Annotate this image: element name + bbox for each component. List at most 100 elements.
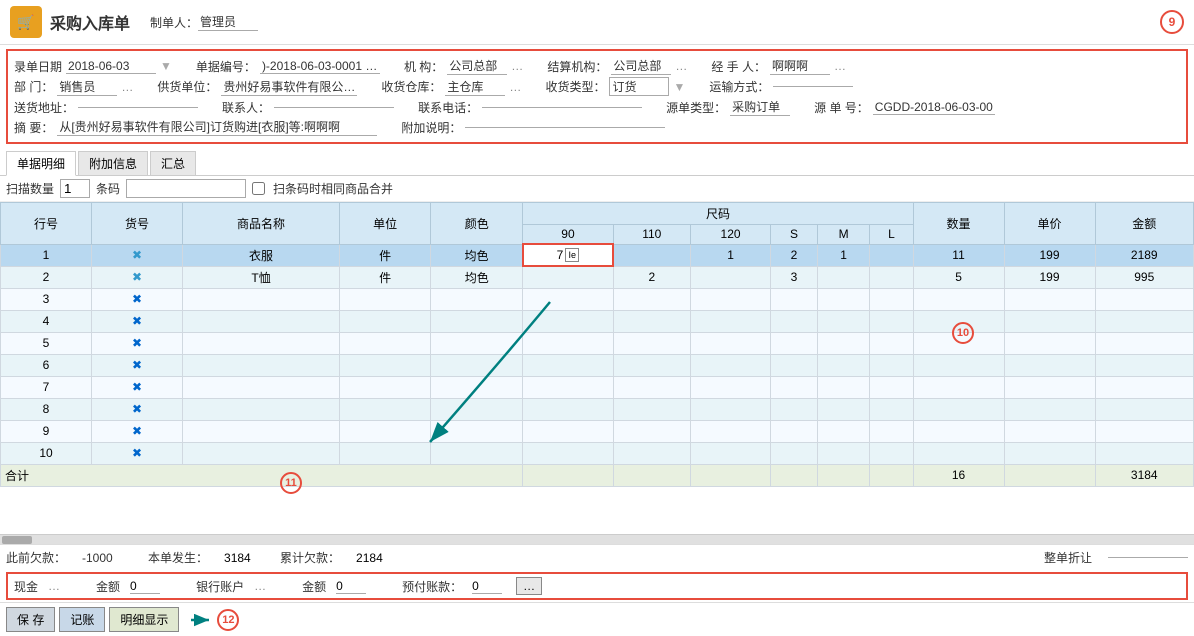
source-type-value[interactable]: 采购订单 — [730, 98, 790, 116]
table-row[interactable]: 3✖ — [1, 288, 1194, 310]
cell-color-2: 均色 — [431, 266, 523, 288]
warehouse-value[interactable]: 主仓库 — [445, 78, 505, 96]
addition-value[interactable] — [465, 127, 665, 128]
cell-color-1: 均色 — [431, 244, 523, 266]
discount-label: 整单折让 — [1044, 549, 1092, 566]
cell-s120-2[interactable] — [691, 266, 771, 288]
summary-label: 摘 要： — [14, 119, 53, 136]
discount-value[interactable] — [1108, 557, 1188, 558]
table-row[interactable]: 4✖ — [1, 310, 1194, 332]
settle-value[interactable]: 公司总部 — [611, 57, 671, 75]
docno-value[interactable]: )-2018-06-03-0001 … — [260, 59, 380, 74]
phone-value[interactable] — [482, 107, 642, 108]
dept-value[interactable]: 销售员 — [57, 78, 117, 96]
tab-summary[interactable]: 汇总 — [150, 151, 196, 175]
source-no-label: 源 单 号： — [814, 99, 869, 116]
cell-s120-1[interactable]: 1 — [691, 244, 771, 266]
barcode-input[interactable] — [126, 179, 246, 198]
clear-button[interactable]: 明细显示 — [109, 607, 179, 632]
merge-label: 扫条码时相同商品合并 — [273, 180, 393, 197]
row-delete-icon[interactable]: ✖ — [132, 270, 142, 284]
cell-price-2: 199 — [1004, 266, 1095, 288]
scroll-thumb[interactable] — [2, 536, 32, 544]
table-row[interactable]: 6✖ — [1, 354, 1194, 376]
bank-label: 银行账户 — [196, 578, 244, 595]
org-value[interactable]: 公司总部 — [447, 57, 507, 75]
scan-bar: 扫描数量 条码 扫条码时相同商品合并 — [0, 176, 1194, 202]
contact-label: 联系人： — [222, 99, 270, 116]
table-row[interactable]: 2 ✖ T恤 件 均色 2 3 5 199 995 — [1, 266, 1194, 288]
summary-value[interactable]: 从[贵州好易事软件有限公司]订货购进[衣服]等:啊啊啊 — [57, 118, 377, 136]
address-value[interactable] — [78, 107, 198, 108]
col-row-num: 行号 — [1, 203, 92, 245]
cash-label: 现金 — [14, 578, 38, 595]
contact-value[interactable] — [274, 107, 394, 108]
cell-row-1: 1 — [1, 244, 92, 266]
table-row[interactable]: 10✖ — [1, 442, 1194, 464]
total-price — [1004, 464, 1095, 486]
form-row-2: 部 门： 销售员 … 供货单位： 贵州好易事软件有限公… 收货仓库： 主仓库 …… — [14, 77, 1180, 96]
cell-qty-2: 5 — [913, 266, 1004, 288]
cell-ss-1[interactable]: 2 — [771, 244, 818, 266]
scroll-bar[interactable] — [0, 534, 1194, 544]
tab-extra[interactable]: 附加信息 — [78, 151, 148, 175]
cell-s90-1[interactable]: 7 Ie — [523, 244, 613, 266]
total-qty: 16 — [913, 464, 1004, 486]
form-row-1: 录单日期 2018-06-03 ▼ 单据编号： )-2018-06-03-000… — [14, 57, 1180, 75]
col-name: 商品名称 — [182, 203, 339, 245]
table-row[interactable]: 1 ✖ 衣服 件 均色 7 Ie 1 2 — [1, 244, 1194, 266]
payment-section: 现金 … 金额 0 银行账户 … 金额 0 预付账款： 0 … — [6, 572, 1188, 600]
circle-9: 9 — [1160, 10, 1184, 34]
barcode-label: 条码 — [96, 180, 120, 197]
settle-label: 结算机构： — [547, 58, 607, 75]
handler-value[interactable]: 啊啊啊 — [770, 57, 830, 75]
bottom-summary: 此前欠款： -1000 本单发生： 3184 累计欠款： 2184 整单折让 — [0, 544, 1194, 570]
save-button[interactable]: 保 存 — [6, 607, 55, 632]
cell-name-2: T恤 — [182, 266, 339, 288]
org-label: 机 构： — [404, 58, 443, 75]
recv-type-value[interactable]: 订货 — [609, 77, 669, 96]
transport-value[interactable] — [773, 86, 853, 87]
row-delete-icon[interactable]: ✖ — [132, 248, 142, 262]
cash-amount-value[interactable]: 0 — [130, 579, 160, 594]
maker-label: 制单人： — [150, 14, 198, 31]
docno-label: 单据编号： — [196, 58, 256, 75]
prepay-btn[interactable]: … — [516, 577, 542, 595]
cell-s110-1[interactable] — [613, 244, 691, 266]
cell-s110-2[interactable]: 2 — [613, 266, 691, 288]
date-value[interactable]: 2018-06-03 — [66, 59, 156, 74]
supplier-value[interactable]: 贵州好易事软件有限公… — [221, 78, 357, 96]
table-row[interactable]: 5✖ — [1, 332, 1194, 354]
handler-label: 经 手 人： — [711, 58, 766, 75]
browse-icon[interactable]: Ie — [565, 248, 579, 262]
cell-s90-2[interactable] — [523, 266, 613, 288]
teal-arrow-small — [187, 611, 217, 629]
source-no-value[interactable]: CGDD-2018-06-03-00 — [873, 100, 995, 115]
cell-price-1: 199 — [1004, 244, 1095, 266]
dept-label: 部 门： — [14, 78, 53, 95]
cell-sm-2[interactable] — [817, 266, 869, 288]
tab-detail[interactable]: 单据明细 — [6, 151, 76, 176]
scan-qty-input[interactable] — [60, 179, 90, 198]
cell-sl-2[interactable] — [870, 266, 913, 288]
merge-checkbox[interactable] — [252, 182, 265, 195]
size-m: M — [817, 225, 869, 245]
table-row[interactable]: 9✖ — [1, 420, 1194, 442]
col-amount: 金额 — [1095, 203, 1193, 245]
header: 🛒 采购入库单 制单人： 管理员 9 — [0, 0, 1194, 45]
cell-sl-1[interactable] — [870, 244, 913, 266]
col-price: 单价 — [1004, 203, 1095, 245]
total-row: 合计 16 3184 — [1, 464, 1194, 486]
date-label: 录单日期 — [14, 58, 62, 75]
cell-ss-2[interactable]: 3 — [771, 266, 818, 288]
table-row[interactable]: 7✖ — [1, 376, 1194, 398]
table-row[interactable]: 8✖ — [1, 398, 1194, 420]
prev-due-value: -1000 — [82, 551, 132, 565]
account-button[interactable]: 记账 — [59, 607, 105, 632]
prepay-value[interactable]: 0 — [472, 579, 502, 594]
cell-unit-1: 件 — [340, 244, 431, 266]
bank-amount-value[interactable]: 0 — [336, 579, 366, 594]
form-row-4: 摘 要： 从[贵州好易事软件有限公司]订货购进[衣服]等:啊啊啊 附加说明： — [14, 118, 1180, 136]
cell-sm-1[interactable]: 1 — [817, 244, 869, 266]
transport-label: 运输方式： — [709, 78, 769, 95]
